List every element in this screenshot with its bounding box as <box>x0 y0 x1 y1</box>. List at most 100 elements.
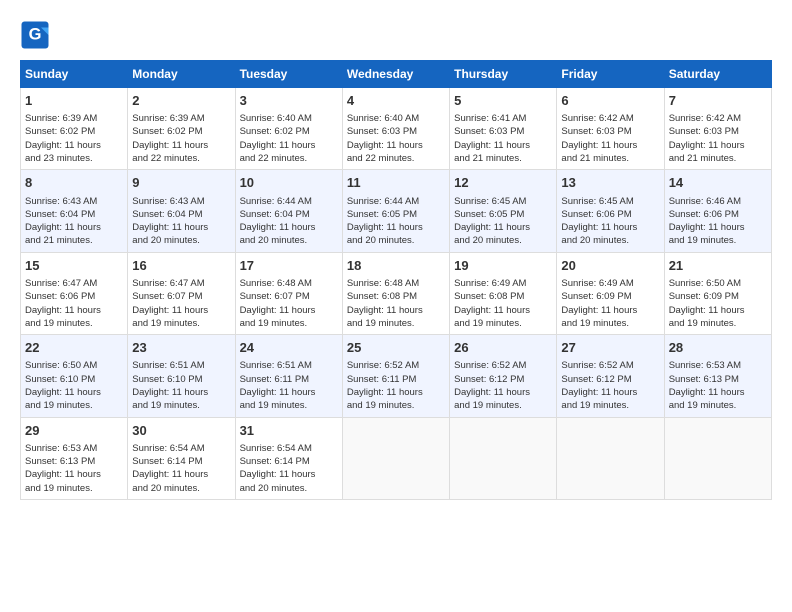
calendar-cell: 18Sunrise: 6:48 AMSunset: 6:08 PMDayligh… <box>342 252 449 334</box>
day-info: Sunrise: 6:44 AMSunset: 6:05 PMDaylight:… <box>347 195 445 248</box>
day-number: 26 <box>454 339 552 357</box>
day-number: 10 <box>240 174 338 192</box>
day-info: Sunrise: 6:47 AMSunset: 6:07 PMDaylight:… <box>132 277 230 330</box>
day-number: 21 <box>669 257 767 275</box>
day-number: 24 <box>240 339 338 357</box>
day-info: Sunrise: 6:49 AMSunset: 6:09 PMDaylight:… <box>561 277 659 330</box>
day-info: Sunrise: 6:41 AMSunset: 6:03 PMDaylight:… <box>454 112 552 165</box>
day-info: Sunrise: 6:42 AMSunset: 6:03 PMDaylight:… <box>561 112 659 165</box>
day-number: 23 <box>132 339 230 357</box>
calendar-cell: 17Sunrise: 6:48 AMSunset: 6:07 PMDayligh… <box>235 252 342 334</box>
day-info: Sunrise: 6:53 AMSunset: 6:13 PMDaylight:… <box>25 442 123 495</box>
day-number: 7 <box>669 92 767 110</box>
calendar-cell <box>450 417 557 499</box>
calendar-cell: 29Sunrise: 6:53 AMSunset: 6:13 PMDayligh… <box>21 417 128 499</box>
calendar-cell: 2 Sunrise: 6:39 AMSunset: 6:02 PMDaylight… <box>128 88 235 170</box>
day-number: 13 <box>561 174 659 192</box>
logo: G <box>20 20 54 50</box>
day-number: 2 <box>132 92 230 110</box>
day-info: Sunrise: 6:54 AMSunset: 6:14 PMDaylight:… <box>132 442 230 495</box>
day-info: Sunrise: 6:52 AMSunset: 6:12 PMDaylight:… <box>454 359 552 412</box>
day-info: Sunrise: 6:54 AMSunset: 6:14 PMDaylight:… <box>240 442 338 495</box>
calendar-cell: 12 Sunrise: 6:45 AMSunset: 6:05 PMDayligh… <box>450 170 557 252</box>
day-number: 25 <box>347 339 445 357</box>
day-info: Sunrise: 6:52 AMSunset: 6:11 PMDaylight:… <box>347 359 445 412</box>
calendar-cell: 28 Sunrise: 6:53 AMSunset: 6:13 PMDayligh… <box>664 335 771 417</box>
day-number: 12 <box>454 174 552 192</box>
calendar-cell: 19 Sunrise: 6:49 AMSunset: 6:08 PMDayligh… <box>450 252 557 334</box>
calendar-cell: 4 Sunrise: 6:40 AMSunset: 6:03 PMDaylight… <box>342 88 449 170</box>
day-number: 18 <box>347 257 445 275</box>
calendar-cell: 14 Sunrise: 6:46 AMSunset: 6:06 PMDayligh… <box>664 170 771 252</box>
day-number: 5 <box>454 92 552 110</box>
weekday-header-thursday: Thursday <box>450 61 557 88</box>
weekday-header-friday: Friday <box>557 61 664 88</box>
calendar-week-row: 8 Sunrise: 6:43 AMSunset: 6:04 PMDaylight… <box>21 170 772 252</box>
day-number: 16 <box>132 257 230 275</box>
day-info: Sunrise: 6:39 AMSunset: 6:02 PMDaylight:… <box>132 112 230 165</box>
calendar-cell: 6 Sunrise: 6:42 AMSunset: 6:03 PMDaylight… <box>557 88 664 170</box>
day-number: 30 <box>132 422 230 440</box>
calendar-cell: 24 Sunrise: 6:51 AMSunset: 6:11 PMDayligh… <box>235 335 342 417</box>
day-info: Sunrise: 6:50 AMSunset: 6:10 PMDaylight:… <box>25 359 123 412</box>
weekday-header-monday: Monday <box>128 61 235 88</box>
weekday-header-saturday: Saturday <box>664 61 771 88</box>
day-number: 28 <box>669 339 767 357</box>
calendar-cell: 7 Sunrise: 6:42 AMSunset: 6:03 PMDaylight… <box>664 88 771 170</box>
day-number: 6 <box>561 92 659 110</box>
calendar-cell: 31 Sunrise: 6:54 AMSunset: 6:14 PMDayligh… <box>235 417 342 499</box>
day-info: Sunrise: 6:39 AMSunset: 6:02 PMDaylight:… <box>25 112 123 165</box>
calendar-cell: 27Sunrise: 6:52 AMSunset: 6:12 PMDayligh… <box>557 335 664 417</box>
calendar-cell: 8 Sunrise: 6:43 AMSunset: 6:04 PMDaylight… <box>21 170 128 252</box>
calendar-cell: 3 Sunrise: 6:40 AMSunset: 6:02 PMDaylight… <box>235 88 342 170</box>
day-info: Sunrise: 6:46 AMSunset: 6:06 PMDaylight:… <box>669 195 767 248</box>
day-number: 8 <box>25 174 123 192</box>
day-info: Sunrise: 6:51 AMSunset: 6:11 PMDaylight:… <box>240 359 338 412</box>
day-info: Sunrise: 6:43 AMSunset: 6:04 PMDaylight:… <box>25 195 123 248</box>
calendar-cell: 1 Sunrise: 6:39 AMSunset: 6:02 PMDaylight… <box>21 88 128 170</box>
day-info: Sunrise: 6:53 AMSunset: 6:13 PMDaylight:… <box>669 359 767 412</box>
day-number: 9 <box>132 174 230 192</box>
calendar-week-row: 15Sunrise: 6:47 AMSunset: 6:06 PMDayligh… <box>21 252 772 334</box>
calendar-cell <box>664 417 771 499</box>
day-info: Sunrise: 6:45 AMSunset: 6:05 PMDaylight:… <box>454 195 552 248</box>
calendar-week-row: 22 Sunrise: 6:50 AMSunset: 6:10 PMDayligh… <box>21 335 772 417</box>
day-info: Sunrise: 6:48 AMSunset: 6:07 PMDaylight:… <box>240 277 338 330</box>
calendar-cell: 13Sunrise: 6:45 AMSunset: 6:06 PMDayligh… <box>557 170 664 252</box>
day-number: 20 <box>561 257 659 275</box>
svg-text:G: G <box>29 26 42 44</box>
calendar-cell: 16 Sunrise: 6:47 AMSunset: 6:07 PMDayligh… <box>128 252 235 334</box>
calendar-cell: 15Sunrise: 6:47 AMSunset: 6:06 PMDayligh… <box>21 252 128 334</box>
calendar-cell: 9Sunrise: 6:43 AMSunset: 6:04 PMDaylight… <box>128 170 235 252</box>
day-number: 4 <box>347 92 445 110</box>
day-info: Sunrise: 6:42 AMSunset: 6:03 PMDaylight:… <box>669 112 767 165</box>
day-info: Sunrise: 6:52 AMSunset: 6:12 PMDaylight:… <box>561 359 659 412</box>
calendar-table: SundayMondayTuesdayWednesdayThursdayFrid… <box>20 60 772 500</box>
calendar-week-row: 29Sunrise: 6:53 AMSunset: 6:13 PMDayligh… <box>21 417 772 499</box>
day-number: 31 <box>240 422 338 440</box>
day-info: Sunrise: 6:44 AMSunset: 6:04 PMDaylight:… <box>240 195 338 248</box>
day-number: 22 <box>25 339 123 357</box>
calendar-cell: 30 Sunrise: 6:54 AMSunset: 6:14 PMDayligh… <box>128 417 235 499</box>
calendar-cell: 10 Sunrise: 6:44 AMSunset: 6:04 PMDayligh… <box>235 170 342 252</box>
logo-icon: G <box>20 20 50 50</box>
day-info: Sunrise: 6:51 AMSunset: 6:10 PMDaylight:… <box>132 359 230 412</box>
weekday-header-sunday: Sunday <box>21 61 128 88</box>
calendar-week-row: 1 Sunrise: 6:39 AMSunset: 6:02 PMDaylight… <box>21 88 772 170</box>
calendar-cell: 23 Sunrise: 6:51 AMSunset: 6:10 PMDayligh… <box>128 335 235 417</box>
day-number: 14 <box>669 174 767 192</box>
day-number: 11 <box>347 174 445 192</box>
calendar-cell: 21Sunrise: 6:50 AMSunset: 6:09 PMDayligh… <box>664 252 771 334</box>
calendar-cell: 20 Sunrise: 6:49 AMSunset: 6:09 PMDayligh… <box>557 252 664 334</box>
weekday-header-tuesday: Tuesday <box>235 61 342 88</box>
day-number: 1 <box>25 92 123 110</box>
day-number: 3 <box>240 92 338 110</box>
day-info: Sunrise: 6:49 AMSunset: 6:08 PMDaylight:… <box>454 277 552 330</box>
calendar-cell: 11 Sunrise: 6:44 AMSunset: 6:05 PMDayligh… <box>342 170 449 252</box>
calendar-cell: 25 Sunrise: 6:52 AMSunset: 6:11 PMDayligh… <box>342 335 449 417</box>
day-info: Sunrise: 6:40 AMSunset: 6:03 PMDaylight:… <box>347 112 445 165</box>
day-number: 19 <box>454 257 552 275</box>
day-info: Sunrise: 6:40 AMSunset: 6:02 PMDaylight:… <box>240 112 338 165</box>
weekday-header-wednesday: Wednesday <box>342 61 449 88</box>
page-header: G <box>20 20 772 50</box>
